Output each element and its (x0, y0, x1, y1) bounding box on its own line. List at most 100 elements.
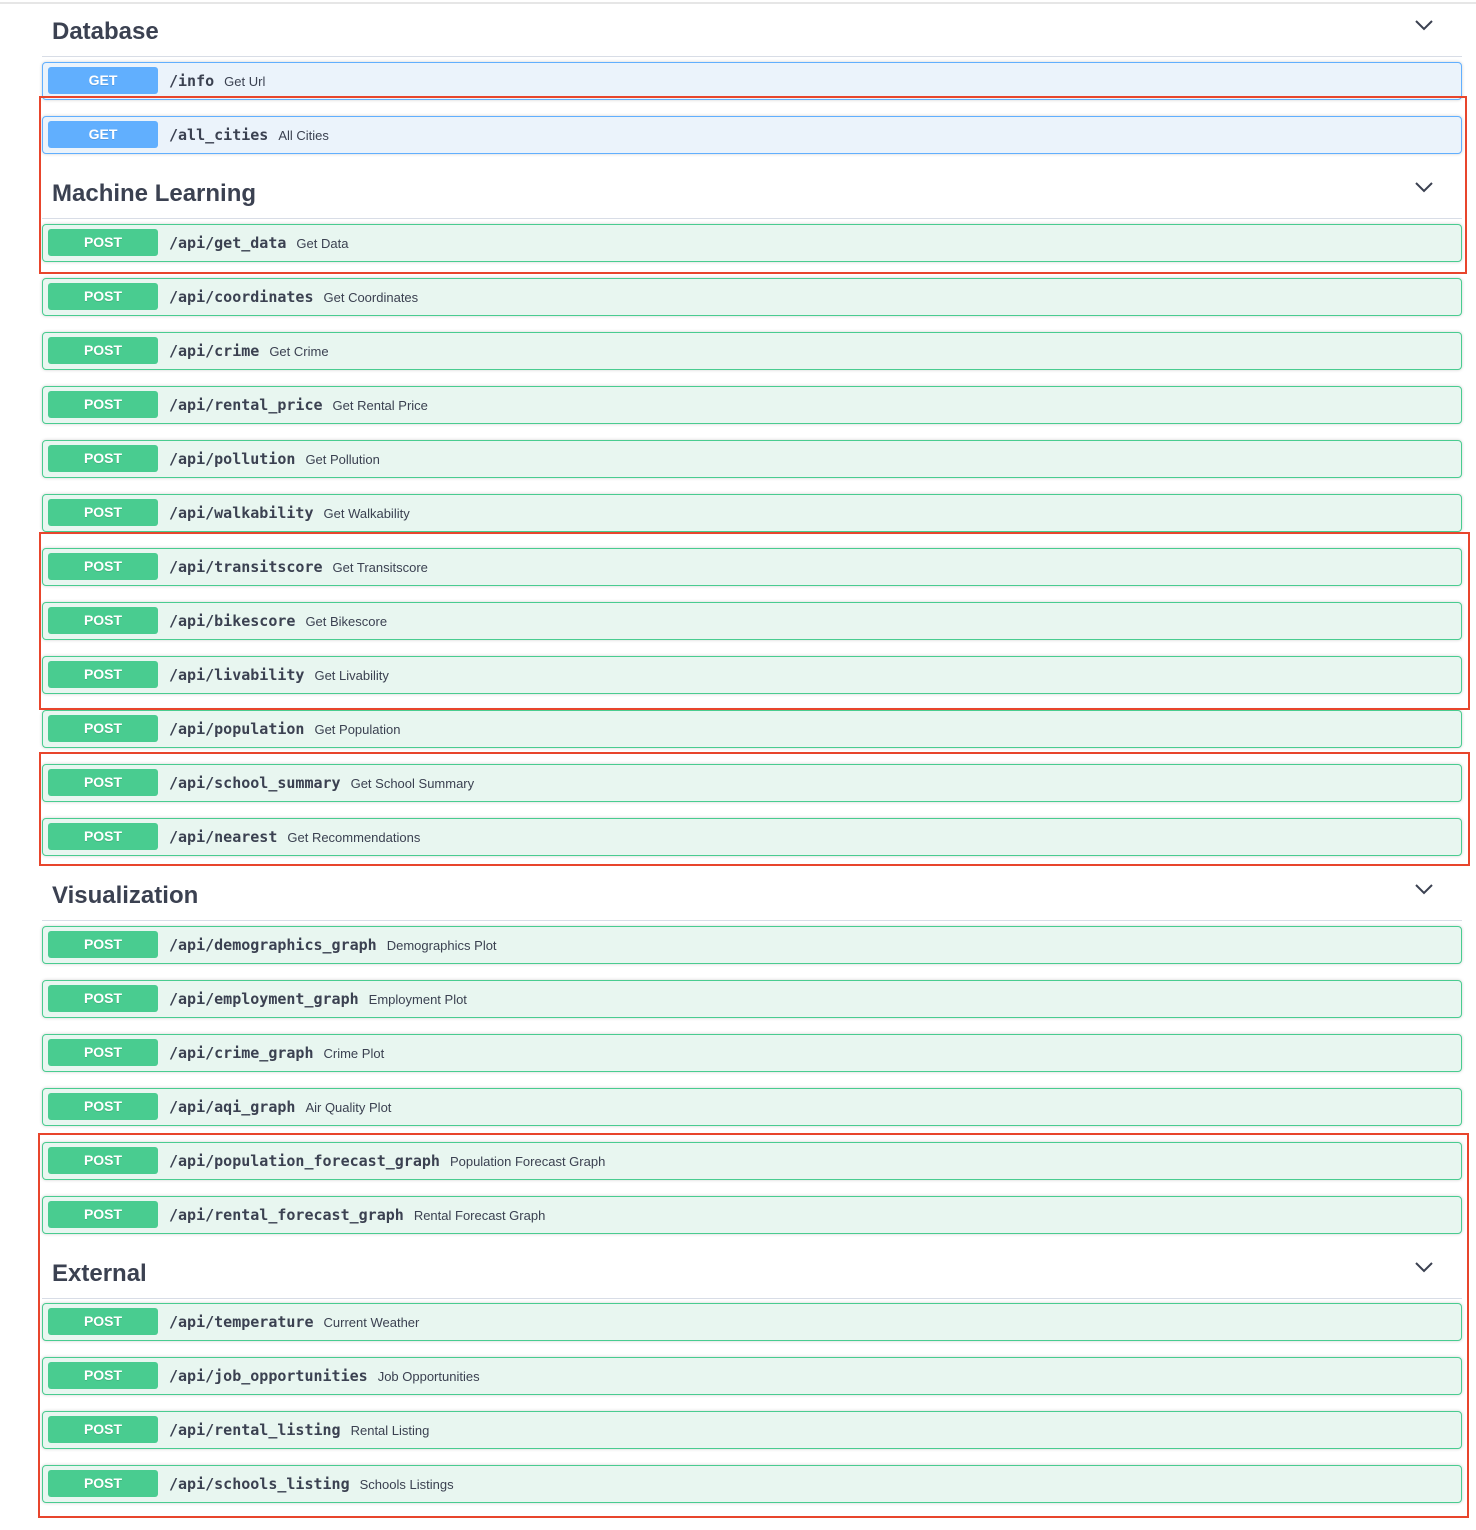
method-badge: POST (48, 715, 158, 742)
method-badge: POST (48, 1308, 158, 1335)
section-title: Visualization (52, 882, 199, 909)
operation-summary: Get Transitscore (332, 559, 428, 575)
method-badge: POST (48, 931, 158, 958)
operation-path: /api/school_summary (169, 774, 341, 792)
operation-post-rental-listing[interactable]: POST /api/rental_listing Rental Listing (42, 1411, 1462, 1449)
operation-path: /api/coordinates (169, 288, 314, 306)
method-badge: POST (48, 769, 158, 796)
method-badge: GET (48, 67, 158, 94)
operation-summary: Rental Listing (350, 1422, 430, 1438)
method-badge: POST (48, 1470, 158, 1497)
operation-path: /api/livability (169, 666, 305, 684)
operation-path: /api/crime_graph (169, 1044, 314, 1062)
operation-path: /api/population_forecast_graph (169, 1152, 440, 1170)
operation-post-schools-listing[interactable]: POST /api/schools_listing Schools Listing… (42, 1465, 1462, 1503)
method-badge: POST (48, 499, 158, 526)
method-badge: POST (48, 229, 158, 256)
operation-path: /api/nearest (169, 828, 278, 846)
operation-path: /api/get_data (169, 234, 287, 252)
operation-get-info[interactable]: GET /info Get Url (42, 62, 1462, 100)
operation-summary: Rental Forecast Graph (413, 1207, 546, 1223)
operation-post-walkability[interactable]: POST /api/walkability Get Walkability (42, 494, 1462, 532)
operation-path: /api/bikescore (169, 612, 296, 630)
operation-path: /all_cities (169, 126, 269, 144)
operation-path: /api/employment_graph (169, 990, 359, 1008)
operation-post-transitscore[interactable]: POST /api/transitscore Get Transitscore (42, 548, 1462, 586)
operation-summary: Get Bikescore (305, 613, 388, 629)
chevron-down-icon[interactable] (1414, 18, 1434, 32)
method-badge: POST (48, 607, 158, 634)
operation-summary: Demographics Plot (386, 937, 497, 953)
method-badge: POST (48, 661, 158, 688)
chevron-down-icon[interactable] (1414, 180, 1434, 194)
method-badge: POST (48, 337, 158, 364)
top-divider (0, 2, 1476, 4)
section-title: External (52, 1260, 147, 1287)
operation-post-temperature[interactable]: POST /api/temperature Current Weather (42, 1303, 1462, 1341)
operation-path: /api/rental_forecast_graph (169, 1206, 404, 1224)
operation-path: /info (169, 72, 215, 90)
operation-summary: Current Weather (323, 1314, 420, 1330)
operation-summary: Employment Plot (368, 991, 467, 1007)
operation-summary: Get Url (224, 73, 266, 89)
operation-post-get-data[interactable]: POST /api/get_data Get Data (42, 224, 1462, 262)
operation-post-livability[interactable]: POST /api/livability Get Livability (42, 656, 1462, 694)
operation-post-bikescore[interactable]: POST /api/bikescore Get Bikescore (42, 602, 1462, 640)
method-badge: POST (48, 391, 158, 418)
operation-path: /api/pollution (169, 450, 296, 468)
operation-summary: Population Forecast Graph (449, 1153, 606, 1169)
operation-get-all-cities[interactable]: GET /all_cities All Cities (42, 116, 1462, 154)
operation-post-job-opportunities[interactable]: POST /api/job_opportunities Job Opportuni… (42, 1357, 1462, 1395)
method-badge: POST (48, 1362, 158, 1389)
operation-summary: All Cities (278, 127, 329, 143)
operation-summary: Get Walkability (323, 505, 410, 521)
method-badge: POST (48, 985, 158, 1012)
operation-post-population[interactable]: POST /api/population Get Population (42, 710, 1462, 748)
operation-summary: Get Data (296, 235, 349, 251)
method-badge: POST (48, 283, 158, 310)
chevron-down-icon[interactable] (1414, 1260, 1434, 1274)
operation-summary: Job Opportunities (377, 1368, 480, 1384)
operation-post-nearest[interactable]: POST /api/nearest Get Recommendations (42, 818, 1462, 856)
operation-summary: Get Pollution (305, 451, 380, 467)
operation-summary: Get Coordinates (323, 289, 419, 305)
operation-post-crime-graph[interactable]: POST /api/crime_graph Crime Plot (42, 1034, 1462, 1072)
method-badge: POST (48, 1201, 158, 1228)
operation-post-pollution[interactable]: POST /api/pollution Get Pollution (42, 440, 1462, 478)
operation-path: /api/walkability (169, 504, 314, 522)
section-header-visualization[interactable]: Visualization (42, 870, 1462, 921)
method-badge: POST (48, 1093, 158, 1120)
section-title: Database (52, 18, 159, 45)
section-header-external[interactable]: External (42, 1248, 1462, 1299)
operation-post-demographics-graph[interactable]: POST /api/demographics_graph Demographics… (42, 926, 1462, 964)
operation-post-coordinates[interactable]: POST /api/coordinates Get Coordinates (42, 278, 1462, 316)
operation-post-rental-forecast-graph[interactable]: POST /api/rental_forecast_graph Rental Fo… (42, 1196, 1462, 1234)
operation-summary: Get Rental Price (332, 397, 428, 413)
operation-path: /api/population (169, 720, 305, 738)
operation-post-school-summary[interactable]: POST /api/school_summary Get School Summa… (42, 764, 1462, 802)
method-badge: POST (48, 823, 158, 850)
operation-summary: Get School Summary (350, 775, 475, 791)
section-header-database[interactable]: Database (42, 6, 1462, 57)
operation-post-population-forecast-graph[interactable]: POST /api/population_forecast_graph Popul… (42, 1142, 1462, 1180)
operation-summary: Get Livability (314, 667, 389, 683)
operation-summary: Schools Listings (359, 1476, 454, 1492)
operation-path: /api/schools_listing (169, 1475, 350, 1493)
operation-summary: Crime Plot (323, 1045, 385, 1061)
operation-post-employment-graph[interactable]: POST /api/employment_graph Employment Plo… (42, 980, 1462, 1018)
operation-post-rental-price[interactable]: POST /api/rental_price Get Rental Price (42, 386, 1462, 424)
method-badge: POST (48, 1416, 158, 1443)
operation-post-aqi-graph[interactable]: POST /api/aqi_graph Air Quality Plot (42, 1088, 1462, 1126)
operation-path: /api/temperature (169, 1313, 314, 1331)
operation-path: /api/rental_listing (169, 1421, 341, 1439)
operation-path: /api/demographics_graph (169, 936, 377, 954)
method-badge: POST (48, 553, 158, 580)
operation-summary: Get Recommendations (287, 829, 421, 845)
operation-path: /api/job_opportunities (169, 1367, 368, 1385)
operation-path: /api/crime (169, 342, 260, 360)
operation-summary: Get Crime (269, 343, 329, 359)
operation-post-crime[interactable]: POST /api/crime Get Crime (42, 332, 1462, 370)
section-header-machine-learning[interactable]: Machine Learning (42, 168, 1462, 219)
method-badge: GET (48, 121, 158, 148)
chevron-down-icon[interactable] (1414, 882, 1434, 896)
